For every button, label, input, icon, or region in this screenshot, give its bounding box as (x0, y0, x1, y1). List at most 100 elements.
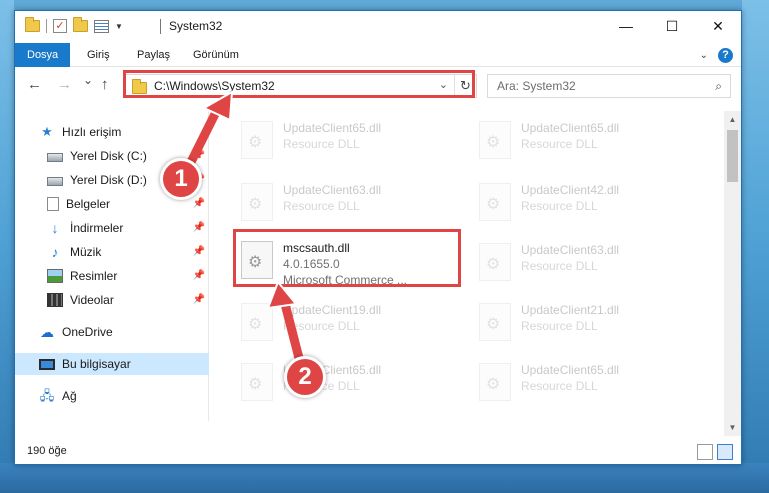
ribbon-tabs: Dosya Giriş Paylaş Görünüm ⌄ ? (15, 43, 741, 67)
file-item[interactable]: UpdateClient42.dll Resource DLL (473, 177, 698, 227)
pin-icon[interactable]: 📌 (193, 294, 205, 305)
search-input[interactable] (497, 76, 697, 96)
sidebar-item-label: Yerel Disk (C:) (70, 149, 147, 163)
sidebar-item-music[interactable]: ♪ Müzik 📌 (15, 241, 209, 263)
file-description: Resource DLL (283, 199, 360, 213)
tab-file[interactable]: Dosya (15, 43, 71, 67)
file-name: UpdateClient65.dll (521, 363, 620, 377)
customize-toolbar-dropdown-icon[interactable]: ▼ (115, 22, 123, 31)
sidebar-item-label: Müzik (70, 245, 102, 259)
properties-list-icon[interactable] (94, 19, 109, 33)
maximize-button[interactable]: ☐ (649, 11, 695, 41)
sidebar-item-label: Bu bilgisayar (62, 357, 131, 371)
music-icon: ♪ (51, 244, 59, 260)
pin-icon[interactable]: 📌 (193, 222, 205, 233)
sidebar-item-network[interactable]: 🖧 Ağ (15, 385, 209, 407)
status-bar: 190 öğe (15, 440, 741, 464)
help-icon[interactable]: ? (718, 48, 733, 63)
tab-view[interactable]: Görünüm (181, 43, 251, 67)
properties-check-icon[interactable]: ✓ (53, 19, 67, 33)
file-name: UpdateClient19.dll (283, 303, 382, 317)
forward-button[interactable]: → (57, 76, 72, 93)
documents-icon (47, 197, 59, 211)
file-item[interactable]: UpdateClient63.dll Resource DLL (473, 237, 698, 287)
tab-home[interactable]: Giriş (75, 43, 122, 67)
file-description: Resource DLL (521, 379, 598, 393)
file-description: Resource DLL (521, 137, 598, 151)
step-1-badge: 1 (160, 158, 202, 200)
file-name: UpdateClient21.dll (521, 303, 620, 317)
file-description: Resource DLL (283, 319, 360, 333)
recent-locations-dropdown[interactable]: ⌄ (83, 73, 93, 87)
computer-icon (39, 358, 55, 370)
new-folder-icon[interactable] (73, 17, 88, 32)
search-icon[interactable]: ⌕ (715, 79, 722, 94)
file-item[interactable]: UpdateClient65.dll Resource DLL (235, 115, 460, 165)
minimize-button[interactable]: — (603, 11, 649, 41)
sidebar-item-label: İndirmeler (70, 221, 124, 235)
quick-access-toolbar: ✓ ▼ (25, 17, 123, 33)
desktop-background-right (742, 0, 769, 493)
dll-file-icon (241, 121, 273, 159)
file-name: UpdateClient63.dll (283, 183, 382, 197)
dll-file-icon (479, 303, 511, 341)
back-button[interactable]: ← (27, 76, 42, 93)
file-description: Resource DLL (521, 259, 598, 273)
sidebar-item-pictures[interactable]: Resimler 📌 (15, 265, 209, 287)
window-title: System32 (169, 19, 223, 33)
file-item[interactable]: UpdateClient65.dll Resource DLL (235, 357, 460, 407)
pin-icon[interactable]: 📌 (193, 198, 205, 209)
sidebar-item-videos[interactable]: Videolar 📌 (15, 289, 209, 311)
expand-ribbon-chevron-icon[interactable]: ⌄ (700, 50, 708, 61)
ribbon-right-controls: ⌄ ? (700, 48, 733, 63)
pin-icon[interactable]: 📌 (193, 270, 205, 281)
file-name: UpdateClient42.dll (521, 183, 620, 197)
pin-icon[interactable]: 📌 (193, 150, 205, 161)
toolbar-divider (46, 19, 47, 33)
scrollbar-thumb[interactable] (727, 130, 738, 182)
address-highlight-box (123, 70, 475, 98)
sidebar-item-quick-access[interactable]: ★ Hızlı erişim (15, 121, 209, 143)
file-item[interactable]: UpdateClient19.dll Resource DLL (235, 297, 460, 347)
sidebar-item-label: Belgeler (66, 197, 111, 211)
pictures-icon (47, 269, 63, 283)
sidebar-item-downloads[interactable]: ↓ İndirmeler 📌 (15, 217, 209, 239)
file-description: Resource DLL (283, 137, 360, 151)
dll-file-icon (479, 243, 511, 281)
dll-file-icon (241, 183, 273, 221)
onedrive-icon: ☁ (40, 324, 54, 340)
sidebar-item-this-pc[interactable]: Bu bilgisayar (15, 353, 209, 375)
desktop-background-bottom (0, 463, 769, 493)
scroll-down-icon[interactable]: ▼ (724, 419, 741, 436)
details-view-icon[interactable] (697, 444, 713, 460)
download-icon: ↓ (51, 220, 59, 236)
file-item[interactable]: UpdateClient63.dll Resource DLL (235, 177, 460, 227)
file-item[interactable]: UpdateClient65.dll Resource DLL (473, 357, 698, 407)
tab-share[interactable]: Paylaş (125, 43, 182, 67)
sidebar-item-onedrive[interactable]: ☁ OneDrive (15, 321, 209, 343)
videos-icon (47, 293, 63, 307)
title-bar[interactable]: ✓ ▼ System32 — ☐ ✕ (15, 11, 741, 43)
file-description: Resource DLL (521, 199, 598, 213)
pin-icon[interactable]: 📌 (193, 246, 205, 257)
file-item[interactable]: UpdateClient21.dll Resource DLL (473, 297, 698, 347)
dll-file-icon (479, 121, 511, 159)
sidebar-item-label: Ağ (62, 389, 77, 403)
item-count: 190 öğe (27, 445, 67, 457)
dll-file-icon (479, 363, 511, 401)
view-toggle (697, 444, 733, 460)
up-button[interactable]: ↑ (101, 76, 109, 93)
tiles-view-icon[interactable] (717, 444, 733, 460)
window-controls: — ☐ ✕ (603, 11, 741, 41)
dll-file-icon (241, 303, 273, 341)
title-divider (160, 19, 161, 34)
file-item[interactable]: UpdateClient65.dll Resource DLL (473, 115, 698, 165)
dll-file-icon (479, 183, 511, 221)
file-name: UpdateClient65.dll (521, 121, 620, 135)
close-button[interactable]: ✕ (695, 11, 741, 41)
scroll-up-icon[interactable]: ▲ (724, 111, 741, 128)
file-highlight-box (233, 229, 461, 287)
vertical-scrollbar[interactable]: ▲ ▼ (724, 111, 741, 436)
search-box[interactable]: ⌕ (487, 74, 731, 98)
folder-icon (25, 17, 40, 32)
